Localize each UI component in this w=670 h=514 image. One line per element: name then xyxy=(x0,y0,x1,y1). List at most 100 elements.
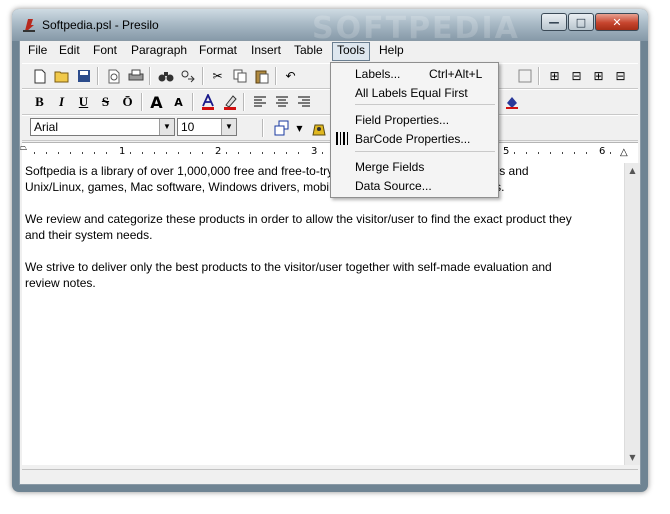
ruler-tick xyxy=(610,152,611,154)
ruler-tick xyxy=(166,152,167,154)
ruler-tick xyxy=(190,152,191,154)
maximize-button[interactable]: □ xyxy=(568,13,594,31)
new-document-icon[interactable] xyxy=(30,67,49,85)
ruler-tick xyxy=(142,152,143,154)
menu-paragraph[interactable]: Paragraph xyxy=(127,43,191,60)
minimize-button[interactable]: — xyxy=(541,13,567,31)
insert-column-icon[interactable]: ⊞ xyxy=(589,67,608,85)
bold-button[interactable]: B xyxy=(30,93,49,111)
delete-column-icon[interactable]: ⊟ xyxy=(611,67,630,85)
scroll-down-icon[interactable]: ▼ xyxy=(625,450,640,465)
find-icon[interactable] xyxy=(156,67,175,85)
ruler-tick xyxy=(154,152,155,154)
replace-icon[interactable] xyxy=(178,67,197,85)
undo-icon[interactable]: ↶ xyxy=(281,67,300,85)
menu-table[interactable]: Table xyxy=(290,43,327,60)
align-right-icon[interactable] xyxy=(294,93,313,111)
menu-item-barcode-properties[interactable]: BarCode Properties... xyxy=(331,129,498,147)
app-logo-icon xyxy=(23,19,35,32)
data-source-icon[interactable] xyxy=(309,119,328,137)
highlight-icon[interactable] xyxy=(220,93,239,111)
chevron-down-icon[interactable]: ▼ xyxy=(221,119,236,135)
ruler-tick xyxy=(274,152,275,154)
toolbar-separator xyxy=(97,67,99,85)
menu-insert[interactable]: Insert xyxy=(247,43,285,60)
ruler-tick xyxy=(46,152,47,154)
menu-format[interactable]: Format xyxy=(195,43,241,60)
menu-item-merge-fields[interactable]: Merge Fields xyxy=(331,157,498,175)
ruler-tick xyxy=(202,152,203,154)
insert-field-icon[interactable] xyxy=(272,119,291,137)
tools-dropdown-menu: Labels... Ctrl+Alt+L All Labels Equal Fi… xyxy=(330,62,499,198)
menu-item-label: Field Properties... xyxy=(355,113,450,127)
grow-font-button[interactable]: A xyxy=(147,93,166,112)
ruler-number: 6 xyxy=(599,146,606,157)
barcode-icon xyxy=(336,132,348,145)
menu-item-label: All Labels Equal First xyxy=(355,86,468,100)
toolbar-separator xyxy=(141,93,143,111)
menu-file[interactable]: File xyxy=(24,43,51,60)
font-color-icon[interactable] xyxy=(198,93,217,111)
scroll-up-icon[interactable]: ▲ xyxy=(625,163,640,178)
vertical-scrollbar[interactable]: ▲ ▼ xyxy=(624,163,640,465)
document-paragraph: We review and categorize these products … xyxy=(25,212,572,242)
title-bar[interactable]: SOFTPEDIA Softpedia.psl - Presilo — □ ✕ xyxy=(12,9,648,46)
strikethrough-button[interactable]: S xyxy=(96,93,115,111)
underline-button[interactable]: U xyxy=(74,93,93,111)
print-icon[interactable] xyxy=(126,67,145,85)
toolbar-separator xyxy=(262,119,264,137)
font-size-combo[interactable]: 10 ▼ xyxy=(177,118,237,136)
document-editor[interactable]: Softpedia is a library of over 1,000,000… xyxy=(22,163,624,465)
ruler-number: 2 xyxy=(215,146,222,157)
overline-button[interactable]: Ō xyxy=(118,93,137,111)
close-button[interactable]: ✕ xyxy=(595,13,639,31)
toolbar-separator xyxy=(202,67,204,85)
menu-help[interactable]: Help xyxy=(375,43,408,60)
paste-icon[interactable] xyxy=(252,67,271,85)
ruler-tick xyxy=(550,152,551,154)
menu-item-all-labels-equal-first[interactable]: All Labels Equal First xyxy=(331,83,498,101)
menu-item-label: Merge Fields xyxy=(355,160,425,174)
chevron-down-icon[interactable]: ▼ xyxy=(290,119,309,137)
menu-item-field-properties[interactable]: Field Properties... xyxy=(331,110,498,128)
ruler-tick xyxy=(322,152,323,154)
print-preview-icon[interactable] xyxy=(104,67,123,85)
border-color-icon[interactable] xyxy=(502,93,521,111)
ruler-tick xyxy=(82,152,83,154)
open-folder-icon[interactable] xyxy=(52,67,71,85)
ruler-tick xyxy=(58,152,59,154)
ruler-tick xyxy=(178,152,179,154)
align-left-icon[interactable] xyxy=(250,93,269,111)
table-grid-icon[interactable] xyxy=(515,67,534,85)
menu-item-data-source[interactable]: Data Source... xyxy=(331,176,498,194)
align-center-icon[interactable] xyxy=(272,93,291,111)
document-paragraph: Softpedia is a library of over 1,000,000… xyxy=(25,164,529,194)
status-bar xyxy=(22,469,638,484)
menu-edit[interactable]: Edit xyxy=(55,43,84,60)
right-indent-marker-icon[interactable]: △ xyxy=(620,147,628,158)
ruler-number: 1 xyxy=(119,146,126,157)
cut-icon[interactable]: ✂ xyxy=(208,67,227,85)
menu-item-label: Labels... xyxy=(355,67,401,81)
ruler-tick xyxy=(226,152,227,154)
shrink-font-button[interactable]: A xyxy=(169,93,188,111)
left-indent-marker-icon[interactable]: ⏢ xyxy=(20,143,27,153)
menu-font[interactable]: Font xyxy=(89,43,121,60)
ruler-tick xyxy=(238,152,239,154)
ruler-tick xyxy=(106,152,107,154)
font-name-combo[interactable]: Arial ▼ xyxy=(30,118,175,136)
insert-row-icon[interactable]: ⊞ xyxy=(545,67,564,85)
toolbar-separator xyxy=(243,93,245,111)
toolbar-separator xyxy=(538,67,540,85)
italic-button[interactable]: I xyxy=(52,93,71,111)
ruler-tick xyxy=(562,152,563,154)
ruler-tick xyxy=(526,152,527,154)
chevron-down-icon[interactable]: ▼ xyxy=(159,119,174,135)
delete-row-icon[interactable]: ⊟ xyxy=(567,67,586,85)
menu-item-labels[interactable]: Labels... Ctrl+Alt+L xyxy=(331,64,498,82)
save-icon[interactable] xyxy=(74,67,93,85)
font-name-value: Arial xyxy=(34,120,59,134)
ruler-number: 3 xyxy=(311,146,318,157)
menu-tools[interactable]: Tools xyxy=(332,42,371,61)
copy-icon[interactable] xyxy=(230,67,249,85)
